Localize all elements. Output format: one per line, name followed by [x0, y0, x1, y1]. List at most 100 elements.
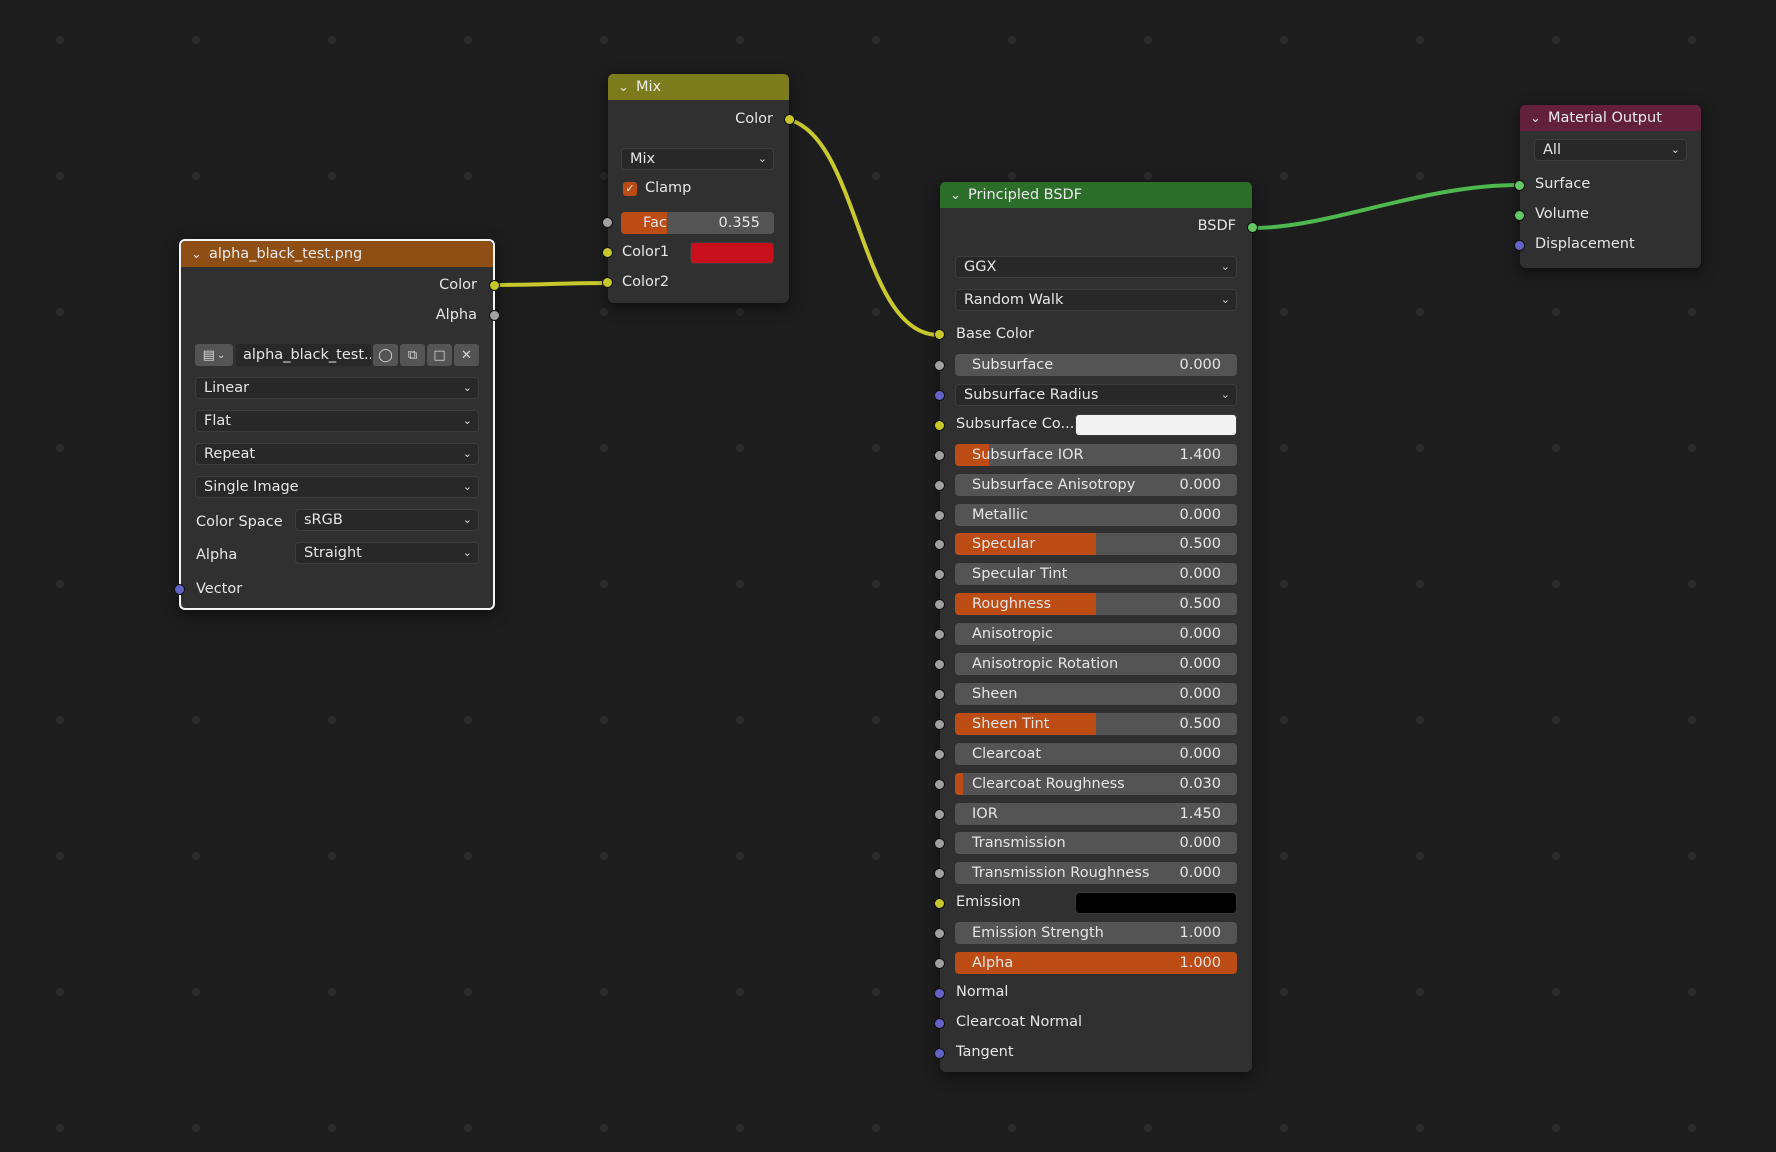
- collapse-chevron-icon[interactable]: ⌄: [1530, 111, 1548, 126]
- input-displacement-socket[interactable]: [1514, 240, 1525, 251]
- input-socket[interactable]: [934, 778, 945, 790]
- source-dropdown[interactable]: Single Image ⌄: [195, 476, 479, 498]
- mix-node-header[interactable]: ⌄ Mix: [608, 74, 789, 100]
- input-socket[interactable]: [934, 958, 945, 969]
- tangent-label: Tangent: [956, 1043, 1014, 1060]
- subsurface-slider[interactable]: Subsurface 0.000: [955, 354, 1237, 376]
- input-color2-socket[interactable]: [602, 277, 613, 288]
- emission-strength-slider[interactable]: Emission Strength 1.000: [955, 922, 1237, 945]
- alpha-mode-dropdown[interactable]: Straight ⌄: [295, 542, 479, 564]
- input-socket[interactable]: [934, 659, 945, 670]
- principled-bsdf-node[interactable]: ⌄ Principled BSDF BSDF GGX ⌄ Random Walk ⌄…: [934, 182, 1258, 1072]
- input-socket[interactable]: [934, 688, 945, 700]
- input-socket[interactable]: [934, 599, 945, 611]
- shield-icon: ◯: [378, 347, 393, 363]
- input-socket[interactable]: [934, 748, 945, 760]
- blend-type-dropdown[interactable]: Mix ⌄: [621, 148, 774, 170]
- interpolation-dropdown[interactable]: Linear ⌄: [195, 377, 479, 399]
- clearcoat-normal-label: Clearcoat Normal: [956, 1013, 1083, 1030]
- metallic-slider[interactable]: Metallic 0.000: [955, 503, 1237, 526]
- distribution-value: GGX: [964, 259, 997, 275]
- mix-node[interactable]: ⌄ Mix Color Mix ⌄ ✓ Clamp Fac 0.355 Color…: [602, 74, 795, 303]
- color1-swatch[interactable]: [690, 242, 774, 264]
- subsurface-anisotropy-slider[interactable]: Subsurface Anisotropy 0.000: [955, 473, 1237, 496]
- input-surface-socket[interactable]: [1514, 180, 1525, 191]
- sheen-tint-value: 0.500: [1179, 715, 1221, 732]
- distribution-dropdown[interactable]: GGX ⌄: [955, 256, 1237, 278]
- transmission-roughness-slider[interactable]: Transmission Roughness 0.000: [955, 862, 1237, 885]
- clearcoat-roughness-slider[interactable]: Clearcoat Roughness 0.030: [955, 772, 1237, 795]
- input-socket[interactable]: [934, 718, 945, 730]
- image-browse-button[interactable]: ▤ ⌄: [195, 344, 233, 366]
- anisotropic-slider[interactable]: Anisotropic 0.000: [955, 623, 1237, 646]
- fac-slider[interactable]: Fac 0.355: [621, 212, 774, 234]
- collapse-chevron-icon[interactable]: ⌄: [618, 80, 636, 95]
- subsurface-radius-dropdown[interactable]: Subsurface Radius ⌄: [955, 383, 1237, 406]
- input-socket[interactable]: [934, 569, 945, 581]
- input-color1-socket[interactable]: [602, 247, 613, 258]
- clamp-checkbox[interactable]: ✓: [623, 182, 637, 196]
- anisotropic-rotation-slider[interactable]: Anisotropic Rotation 0.000: [955, 653, 1237, 675]
- alpha-slider[interactable]: Alpha 1.000: [955, 952, 1237, 974]
- roughness-slider[interactable]: Roughness 0.500: [955, 593, 1237, 616]
- open-image-button[interactable]: □: [427, 344, 452, 366]
- color-space-value: sRGB: [304, 512, 343, 528]
- input-socket[interactable]: [934, 479, 945, 491]
- sheen-tint-slider[interactable]: Sheen Tint 0.500: [955, 712, 1237, 735]
- input-socket[interactable]: [934, 1017, 945, 1029]
- transmission-slider[interactable]: Transmission 0.000: [955, 832, 1237, 855]
- input-socket[interactable]: [934, 898, 945, 910]
- transmission-roughness-value: 0.000: [1179, 865, 1221, 882]
- extension-dropdown[interactable]: Repeat ⌄: [195, 443, 479, 465]
- target-dropdown[interactable]: All ⌄: [1534, 139, 1687, 161]
- subsurface-color-swatch[interactable]: [1075, 413, 1237, 436]
- input-socket[interactable]: [934, 509, 945, 521]
- input-socket[interactable]: [934, 419, 945, 431]
- color-space-dropdown[interactable]: sRGB ⌄: [295, 509, 479, 531]
- clearcoat-slider[interactable]: Clearcoat 0.000: [955, 742, 1237, 765]
- projection-dropdown[interactable]: Flat ⌄: [195, 410, 479, 432]
- input-socket[interactable]: [934, 389, 945, 401]
- bsdf-node-header[interactable]: ⌄ Principled BSDF: [940, 182, 1252, 208]
- input-socket[interactable]: [934, 360, 945, 371]
- material-output-node[interactable]: ⌄ Material Output All ⌄ Surface Volume Di…: [1514, 105, 1701, 268]
- output-color-socket[interactable]: [784, 114, 795, 125]
- input-socket[interactable]: [934, 868, 945, 880]
- subsurface-color-label: Subsurface Co...: [956, 415, 1075, 432]
- image-node-header[interactable]: ⌄ alpha_black_test.png: [181, 241, 493, 267]
- input-socket[interactable]: [934, 539, 945, 551]
- fake-user-button[interactable]: ◯: [373, 344, 398, 366]
- input-socket[interactable]: [934, 1047, 945, 1059]
- collapse-chevron-icon[interactable]: ⌄: [191, 247, 209, 262]
- input-socket[interactable]: [934, 808, 945, 820]
- output-alpha-socket[interactable]: [489, 310, 500, 321]
- collapse-chevron-icon[interactable]: ⌄: [950, 188, 968, 203]
- input-volume-socket[interactable]: [1514, 210, 1525, 221]
- input-base-color-socket[interactable]: [934, 329, 945, 340]
- duplicate-image-button[interactable]: ⧉: [400, 344, 425, 366]
- input-socket[interactable]: [934, 629, 945, 641]
- output-color-socket[interactable]: [489, 280, 500, 291]
- emission-swatch[interactable]: [1075, 892, 1237, 915]
- specular-slider[interactable]: Specular 0.500: [955, 533, 1237, 556]
- surface-label: Surface: [1535, 176, 1591, 192]
- input-socket[interactable]: [934, 449, 945, 461]
- image-texture-node[interactable]: ⌄ alpha_black_test.png Color Alpha ▤ ⌄ al…: [174, 239, 500, 610]
- input-socket[interactable]: [934, 987, 945, 999]
- sheen-label: Sheen: [972, 685, 1018, 702]
- input-socket[interactable]: [934, 928, 945, 940]
- sheen-tint-label: Sheen Tint: [972, 715, 1050, 732]
- input-fac-socket[interactable]: [602, 217, 613, 228]
- ior-slider[interactable]: IOR 1.450: [955, 802, 1237, 825]
- subsurface-method-dropdown[interactable]: Random Walk ⌄: [955, 289, 1237, 311]
- input-vector-socket[interactable]: [174, 584, 185, 595]
- unlink-image-button[interactable]: ✕: [454, 344, 479, 366]
- output-bsdf-label: BSDF: [1197, 218, 1236, 234]
- specular-tint-slider[interactable]: Specular Tint 0.000: [955, 563, 1237, 586]
- subsurface-ior-slider[interactable]: Subsurface IOR 1.400: [955, 443, 1237, 466]
- input-socket[interactable]: [934, 838, 945, 850]
- output-bsdf-socket[interactable]: [1247, 222, 1258, 233]
- image-name-field[interactable]: alpha_black_test...: [236, 344, 371, 366]
- sheen-slider[interactable]: Sheen 0.000: [955, 682, 1237, 705]
- output-node-header[interactable]: ⌄ Material Output: [1520, 105, 1701, 131]
